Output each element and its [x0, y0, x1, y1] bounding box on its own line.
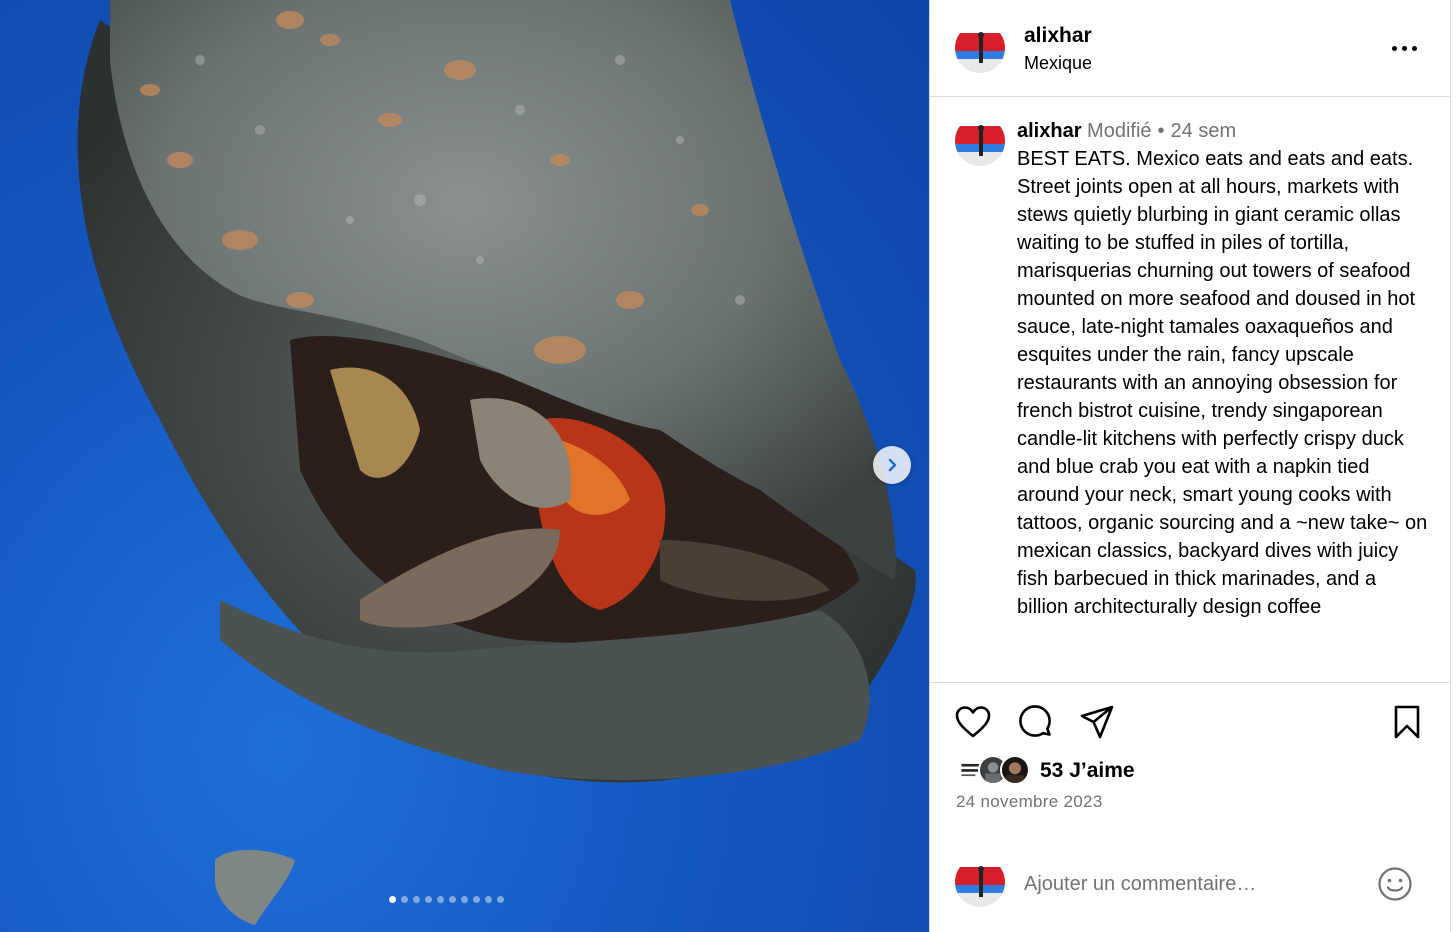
- post-author-username[interactable]: alixhar: [1024, 24, 1092, 48]
- post-actions-section: 53 J’aime 24 novembre 2023: [930, 682, 1450, 932]
- save-button[interactable]: [1388, 703, 1426, 741]
- liker-avatar[interactable]: [1000, 755, 1030, 785]
- more-options-button[interactable]: [1392, 38, 1422, 58]
- carousel-dot: [425, 896, 432, 903]
- comment-button[interactable]: [1016, 703, 1054, 741]
- avatar[interactable]: [955, 857, 1005, 907]
- caption-username[interactable]: alixhar: [1017, 120, 1081, 142]
- share-button[interactable]: [1078, 703, 1116, 741]
- carousel-dot: [497, 896, 504, 903]
- profile-picture: [955, 23, 1005, 73]
- smiley-icon: [1378, 867, 1412, 901]
- more-icon: [1392, 45, 1397, 51]
- heart-icon: [955, 706, 991, 738]
- carousel-dot: [401, 896, 408, 903]
- separator: •: [1157, 120, 1165, 142]
- next-slide-button[interactable]: [873, 446, 911, 484]
- carousel-dot: [437, 896, 444, 903]
- paper-plane-icon: [1080, 705, 1114, 739]
- post-photo: [77, 0, 916, 925]
- carousel-dot: [461, 896, 468, 903]
- carousel-dot: [473, 896, 480, 903]
- edited-label: Modifié: [1087, 120, 1152, 142]
- caption-section: alixhar Modifié • 24 sem BEST EATS. Mexico…: [930, 98, 1450, 682]
- chevron-right-icon: [888, 458, 897, 472]
- like-button[interactable]: [954, 703, 992, 741]
- bookmark-icon: [1394, 705, 1420, 739]
- post-caption: alixhar Modifié • 24 sem BEST EATS. Mexico…: [1017, 117, 1429, 621]
- add-comment-input[interactable]: [1024, 869, 1354, 899]
- carousel-dot: [413, 896, 420, 903]
- profile-picture: [955, 857, 1005, 907]
- post-date[interactable]: 24 novembre 2023: [956, 792, 1103, 812]
- comment-icon: [1019, 705, 1051, 737]
- post-header: alixhar Mexique: [930, 0, 1450, 97]
- post-media[interactable]: [0, 0, 929, 932]
- avatar[interactable]: [955, 116, 1005, 166]
- carousel-dot: [389, 896, 396, 903]
- carousel-indicator: [389, 896, 504, 903]
- post-time-ago[interactable]: 24 sem: [1171, 120, 1237, 142]
- emoji-button[interactable]: [1376, 865, 1414, 903]
- post-location[interactable]: Mexique: [1024, 53, 1092, 74]
- profile-picture: [955, 116, 1005, 166]
- carousel-dot: [485, 896, 492, 903]
- caption-text: BEST EATS. Mexico eats and eats and eats…: [1017, 148, 1428, 618]
- post-details-panel: alixhar Mexique alixhar Modifié • 24 sem B…: [929, 0, 1451, 932]
- avatar[interactable]: [955, 23, 1005, 73]
- carousel-dot: [449, 896, 456, 903]
- likes-count[interactable]: 53 J’aime: [1040, 759, 1135, 783]
